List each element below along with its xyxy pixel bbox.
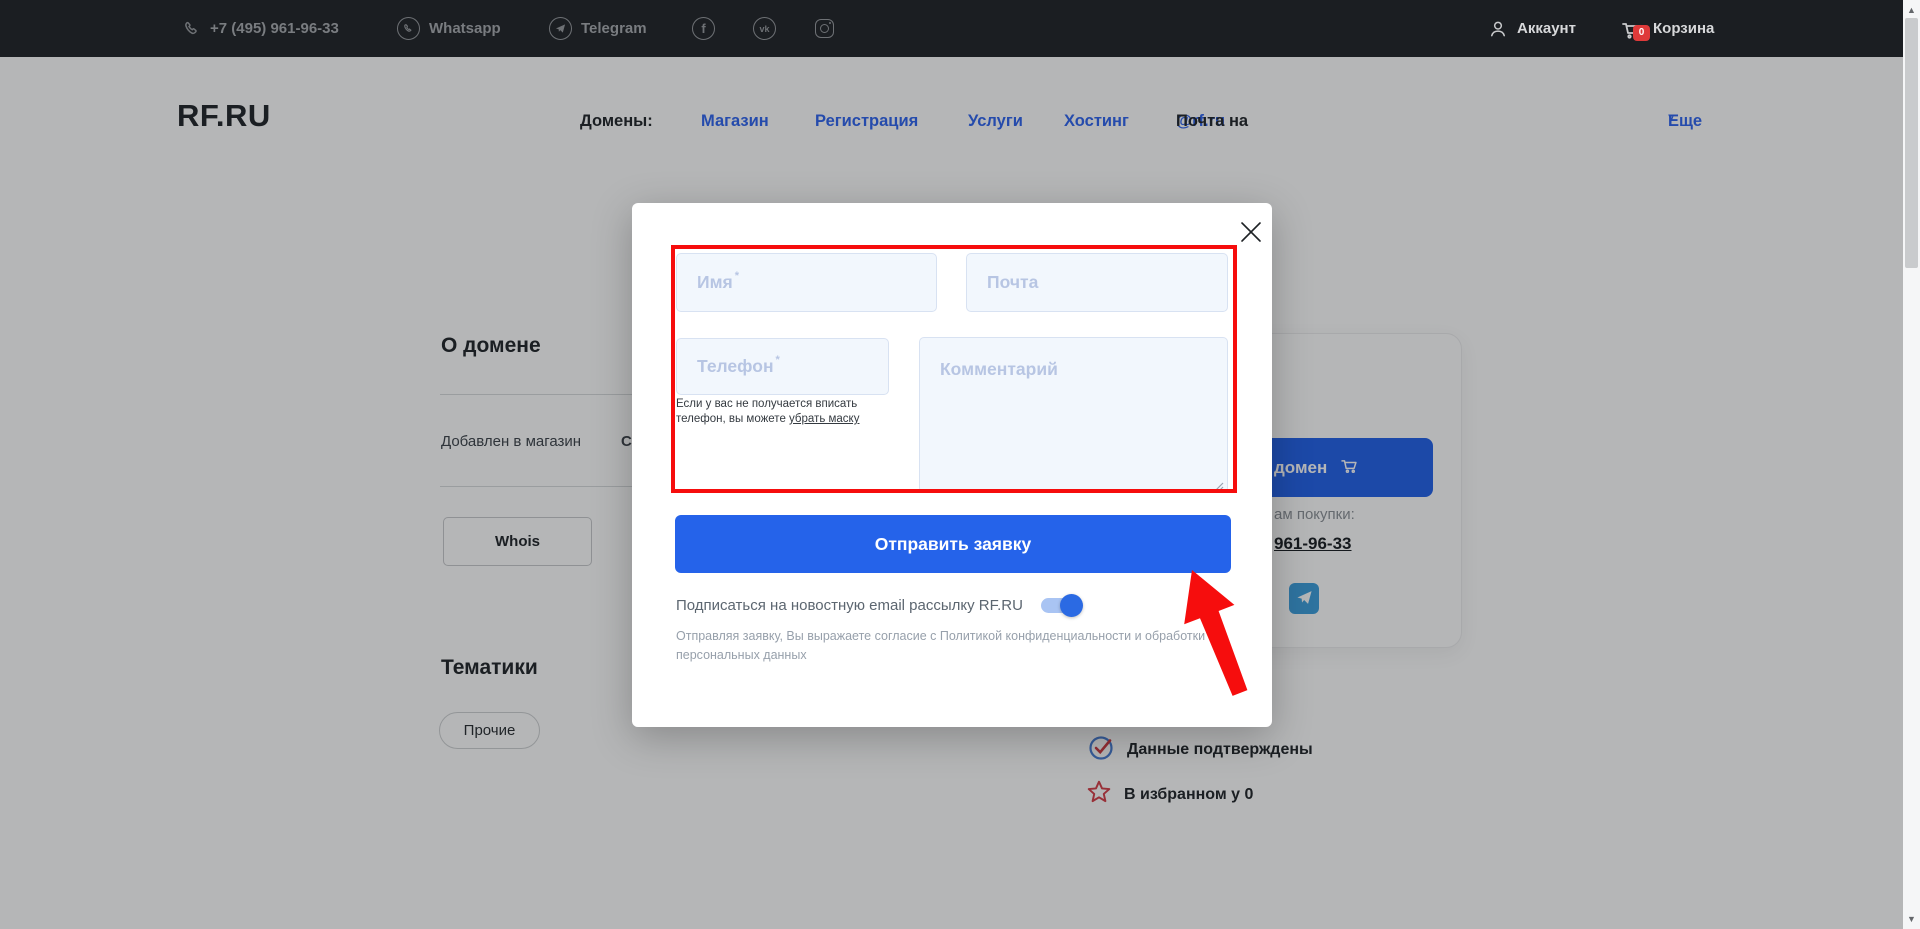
phone-mask-hint: Если у вас не получается вписать телефон… — [676, 397, 906, 427]
topbar-phone-link[interactable]: +7 (495) 961-96-33 — [183, 0, 339, 57]
phone-icon — [183, 20, 201, 38]
consent-disclaimer: Отправляя заявку, Вы выражаете согласие … — [676, 627, 1206, 666]
toggle-knob — [1060, 594, 1083, 617]
telegram-icon — [549, 17, 572, 40]
rf-ru-domain-page: +7 (495) 961-96-33 Whatsapp Telegram f v… — [0, 0, 1920, 929]
submit-request-button[interactable]: Отправить заявку — [675, 515, 1231, 573]
request-form-modal: Имя* Почта Телефон* Комментарий Если у в… — [632, 203, 1272, 727]
scrollbar[interactable]: ▲ ▼ — [1903, 0, 1920, 929]
topbar-whatsapp-link[interactable]: Whatsapp — [397, 0, 501, 57]
comment-textarea[interactable] — [920, 338, 1227, 492]
topbar-telegram-label: Telegram — [581, 20, 647, 37]
scroll-down-icon[interactable]: ▼ — [1903, 911, 1920, 927]
email-input[interactable] — [967, 254, 1227, 311]
cart-icon: 0 — [1620, 17, 1644, 41]
topbar-instagram-link[interactable] — [815, 0, 834, 57]
close-icon[interactable] — [1238, 219, 1264, 245]
subscribe-row: Подписаться на новостную email рассылку … — [676, 593, 1079, 617]
topbar-cart-link[interactable]: 0 Корзина — [1620, 0, 1714, 57]
vk-icon: vk — [753, 17, 776, 40]
name-input[interactable] — [677, 254, 936, 311]
phone-field: Телефон* — [676, 338, 889, 395]
topbar-facebook-link[interactable]: f — [692, 0, 715, 57]
phone-input[interactable] — [677, 339, 888, 394]
topbar-account-link[interactable]: Аккаунт — [1488, 0, 1576, 57]
scrollbar-thumb[interactable] — [1905, 18, 1918, 268]
subscribe-toggle[interactable] — [1041, 598, 1079, 613]
topbar-phone-label: +7 (495) 961-96-33 — [210, 20, 339, 37]
topbar: +7 (495) 961-96-33 Whatsapp Telegram f v… — [0, 0, 1920, 57]
topbar-whatsapp-label: Whatsapp — [429, 20, 501, 37]
scroll-up-icon[interactable]: ▲ — [1903, 2, 1920, 18]
topbar-vk-link[interactable]: vk — [753, 0, 776, 57]
subscribe-label: Подписаться на новостную email рассылку … — [676, 597, 1023, 614]
cart-count-badge: 0 — [1633, 25, 1650, 41]
topbar-cart-label: Корзина — [1653, 20, 1714, 37]
name-field: Имя* — [676, 253, 937, 312]
topbar-telegram-link[interactable]: Telegram — [549, 0, 647, 57]
instagram-icon — [815, 19, 834, 38]
comment-field: Комментарий — [919, 337, 1228, 493]
facebook-icon: f — [692, 17, 715, 40]
account-icon — [1488, 19, 1508, 39]
topbar-account-label: Аккаунт — [1517, 20, 1576, 37]
remove-mask-link[interactable]: убрать маску — [789, 413, 859, 425]
email-field: Почта — [966, 253, 1228, 312]
whatsapp-icon — [397, 17, 420, 40]
